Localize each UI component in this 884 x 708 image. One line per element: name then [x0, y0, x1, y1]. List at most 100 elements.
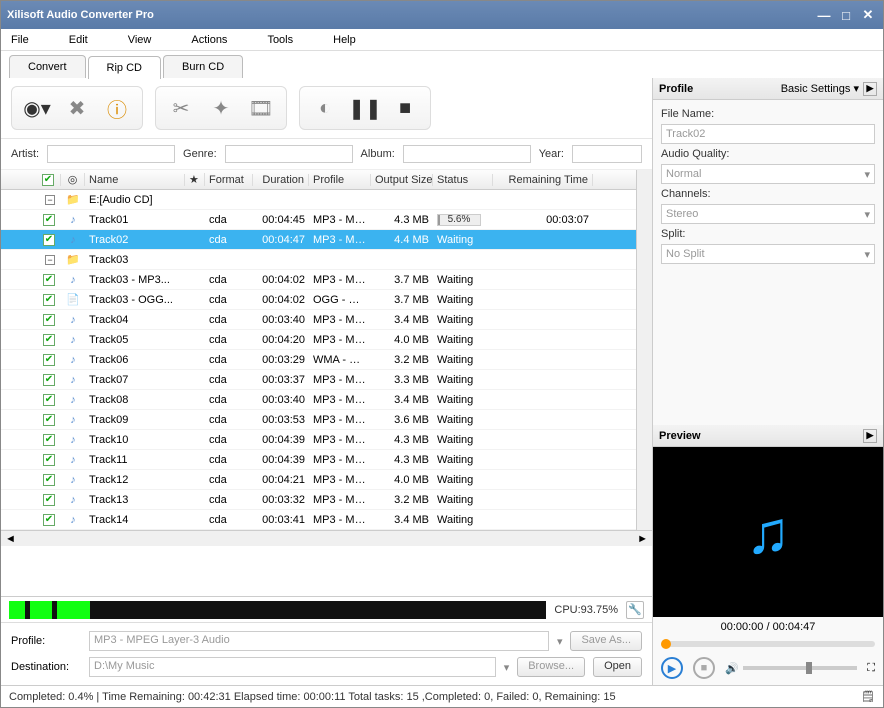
- maximize-icon[interactable]: □: [837, 8, 855, 22]
- row-checkbox[interactable]: ✔: [43, 494, 55, 506]
- quality-select[interactable]: Normal▾: [661, 164, 875, 184]
- title-bar: Xilisoft Audio Converter Pro — □ ✕: [1, 1, 883, 29]
- tab-rip-cd[interactable]: Rip CD: [88, 56, 161, 79]
- table-row[interactable]: ✔♪Track05cda00:04:20MP3 - MP...4.0 MBWai…: [1, 330, 636, 350]
- menu-file[interactable]: File: [11, 34, 29, 46]
- cell-status: Waiting: [433, 494, 493, 506]
- row-checkbox[interactable]: ✔: [43, 454, 55, 466]
- grid-body[interactable]: − 📁E:[Audio CD]✔♪Track01cda00:04:45MP3 -…: [1, 190, 636, 530]
- preview-expand-icon[interactable]: ▶: [863, 429, 877, 443]
- disc-icon[interactable]: ◉▾: [22, 93, 52, 123]
- collapse-icon[interactable]: −: [45, 195, 55, 205]
- row-checkbox[interactable]: ✔: [43, 334, 55, 346]
- tab-convert[interactable]: Convert: [9, 55, 86, 78]
- cell-profile: MP3 - MP...: [309, 394, 371, 406]
- seek-slider[interactable]: [661, 641, 875, 647]
- select-all-checkbox[interactable]: ✔: [42, 174, 54, 186]
- album-input[interactable]: [403, 145, 531, 163]
- save-as-button[interactable]: Save As...: [570, 631, 642, 651]
- channels-select[interactable]: Stereo▾: [661, 204, 875, 224]
- table-row[interactable]: ✔♪Track04cda00:03:40MP3 - MP...3.4 MBWai…: [1, 310, 636, 330]
- stop-icon[interactable]: ■: [390, 93, 420, 123]
- stop-preview-button[interactable]: ■: [693, 657, 715, 679]
- row-checkbox[interactable]: ✔: [43, 434, 55, 446]
- open-button[interactable]: Open: [593, 657, 642, 677]
- col-name[interactable]: Name: [85, 174, 185, 186]
- close-icon[interactable]: ✕: [859, 8, 877, 22]
- play-button[interactable]: ▶: [661, 657, 683, 679]
- table-row[interactable]: ✔♪Track09cda00:03:53MP3 - MP...3.6 MBWai…: [1, 410, 636, 430]
- row-checkbox[interactable]: ✔: [43, 354, 55, 366]
- cut-icon[interactable]: ✂: [166, 93, 196, 123]
- destination-field[interactable]: D:\My Music: [89, 657, 496, 677]
- table-row[interactable]: ✔♪Track08cda00:03:40MP3 - MP...3.4 MBWai…: [1, 390, 636, 410]
- table-row[interactable]: − 📁Track03: [1, 250, 636, 270]
- browse-button[interactable]: Browse...: [517, 657, 585, 677]
- horizontal-scrollbar[interactable]: ◄►: [1, 530, 652, 546]
- col-output-size[interactable]: Output Size: [371, 174, 433, 186]
- table-row[interactable]: ✔♪Track11cda00:04:39MP3 - MP...4.3 MBWai…: [1, 450, 636, 470]
- table-row[interactable]: ✔📄Track03 - OGG...cda00:04:02OGG - Og...…: [1, 290, 636, 310]
- row-checkbox[interactable]: ✔: [43, 374, 55, 386]
- menu-actions[interactable]: Actions: [191, 34, 227, 46]
- row-checkbox[interactable]: ✔: [43, 514, 55, 526]
- pause-icon[interactable]: ❚❚: [350, 93, 380, 123]
- table-row[interactable]: ✔♪Track13cda00:03:32MP3 - MP...3.2 MBWai…: [1, 490, 636, 510]
- row-checkbox[interactable]: ✔: [43, 274, 55, 286]
- col-duration[interactable]: Duration: [253, 174, 309, 186]
- table-row[interactable]: ✔♪Track03 - MP3...cda00:04:02MP3 - MP...…: [1, 270, 636, 290]
- table-row[interactable]: ✔♪Track02cda00:04:47MP3 - MP...4.4 MBWai…: [1, 230, 636, 250]
- profile-select[interactable]: MP3 - MPEG Layer-3 Audio: [89, 631, 549, 651]
- info-icon[interactable]: ⓘ: [102, 93, 132, 123]
- row-checkbox[interactable]: ✔: [43, 474, 55, 486]
- start-icon[interactable]: ◐: [310, 93, 340, 123]
- expand-icon[interactable]: ▶: [863, 82, 877, 96]
- filename-input[interactable]: Track02: [661, 124, 875, 144]
- effects-icon[interactable]: ✦: [206, 93, 236, 123]
- row-checkbox[interactable]: ✔: [43, 214, 55, 226]
- cell-status: Waiting: [433, 454, 493, 466]
- col-star[interactable]: ★: [185, 173, 205, 186]
- minimize-icon[interactable]: —: [815, 8, 833, 22]
- basic-settings-toggle[interactable]: Basic Settings ▾: [781, 82, 859, 95]
- row-checkbox[interactable]: ✔: [43, 394, 55, 406]
- col-profile[interactable]: Profile: [309, 174, 371, 186]
- table-row[interactable]: ✔♪Track14cda00:03:41MP3 - MP...3.4 MBWai…: [1, 510, 636, 530]
- volume-icon[interactable]: 🔊: [725, 662, 739, 675]
- report-icon[interactable]: 🗒: [861, 690, 875, 703]
- tab-burn-cd[interactable]: Burn CD: [163, 55, 243, 78]
- table-row[interactable]: ✔♪Track10cda00:04:39MP3 - MP...4.3 MBWai…: [1, 430, 636, 450]
- table-row[interactable]: ✔♪Track06cda00:03:29WMA - Wi...3.2 MBWai…: [1, 350, 636, 370]
- table-row[interactable]: − 📁E:[Audio CD]: [1, 190, 636, 210]
- cell-name: Track09: [85, 414, 185, 426]
- fullscreen-icon[interactable]: ⛶: [867, 662, 875, 675]
- cell-name: Track06: [85, 354, 185, 366]
- delete-icon[interactable]: ✖: [62, 93, 92, 123]
- row-checkbox[interactable]: ✔: [43, 414, 55, 426]
- volume-slider[interactable]: [743, 666, 858, 670]
- menu-edit[interactable]: Edit: [69, 34, 88, 46]
- menu-view[interactable]: View: [128, 34, 152, 46]
- cell-name: Track05: [85, 334, 185, 346]
- vertical-scrollbar[interactable]: [636, 170, 652, 530]
- table-row[interactable]: ✔♪Track12cda00:04:21MP3 - MP...4.0 MBWai…: [1, 470, 636, 490]
- col-status[interactable]: Status: [433, 174, 493, 186]
- table-row[interactable]: ✔♪Track07cda00:03:37MP3 - MP...3.3 MBWai…: [1, 370, 636, 390]
- row-checkbox[interactable]: ✔: [43, 314, 55, 326]
- settings-icon[interactable]: 🔧: [626, 601, 644, 619]
- menu-tools[interactable]: Tools: [267, 34, 293, 46]
- genre-input[interactable]: [225, 145, 353, 163]
- col-format[interactable]: Format: [205, 174, 253, 186]
- split-select[interactable]: No Split▾: [661, 244, 875, 264]
- add-clip-icon[interactable]: 🎞: [246, 93, 276, 123]
- table-row[interactable]: ✔♪Track01cda00:04:45MP3 - MP...4.3 MB5.6…: [1, 210, 636, 230]
- collapse-icon[interactable]: −: [45, 255, 55, 265]
- year-input[interactable]: [572, 145, 642, 163]
- col-icon[interactable]: ◎: [61, 173, 85, 186]
- menu-help[interactable]: Help: [333, 34, 356, 46]
- row-checkbox[interactable]: ✔: [43, 234, 55, 246]
- artist-input[interactable]: [47, 145, 175, 163]
- row-checkbox[interactable]: ✔: [43, 294, 55, 306]
- cell-duration: 00:04:45: [253, 214, 309, 226]
- col-remaining[interactable]: Remaining Time: [493, 174, 593, 186]
